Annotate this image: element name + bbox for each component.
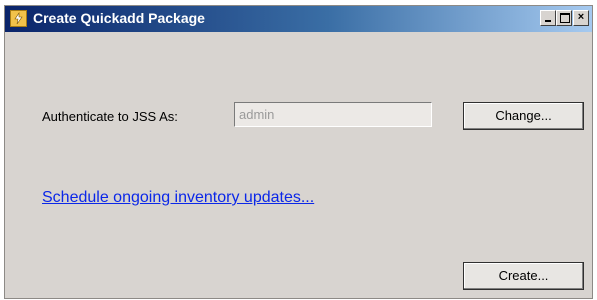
- window-title: Create Quickadd Package: [33, 10, 205, 26]
- schedule-inventory-link[interactable]: Schedule ongoing inventory updates...: [42, 189, 314, 207]
- dialog-window: Create Quickadd Package × Authenticate t…: [4, 5, 593, 299]
- change-button[interactable]: Change...: [463, 102, 584, 130]
- maximize-button[interactable]: [556, 10, 572, 26]
- authenticate-label: Authenticate to JSS As:: [42, 109, 178, 124]
- username-field[interactable]: [234, 102, 432, 127]
- title-bar[interactable]: Create Quickadd Package ×: [5, 6, 592, 32]
- minimize-button[interactable]: [540, 10, 556, 26]
- lightning-app-icon: [10, 10, 27, 27]
- close-button[interactable]: ×: [573, 10, 589, 26]
- create-button[interactable]: Create...: [463, 262, 584, 290]
